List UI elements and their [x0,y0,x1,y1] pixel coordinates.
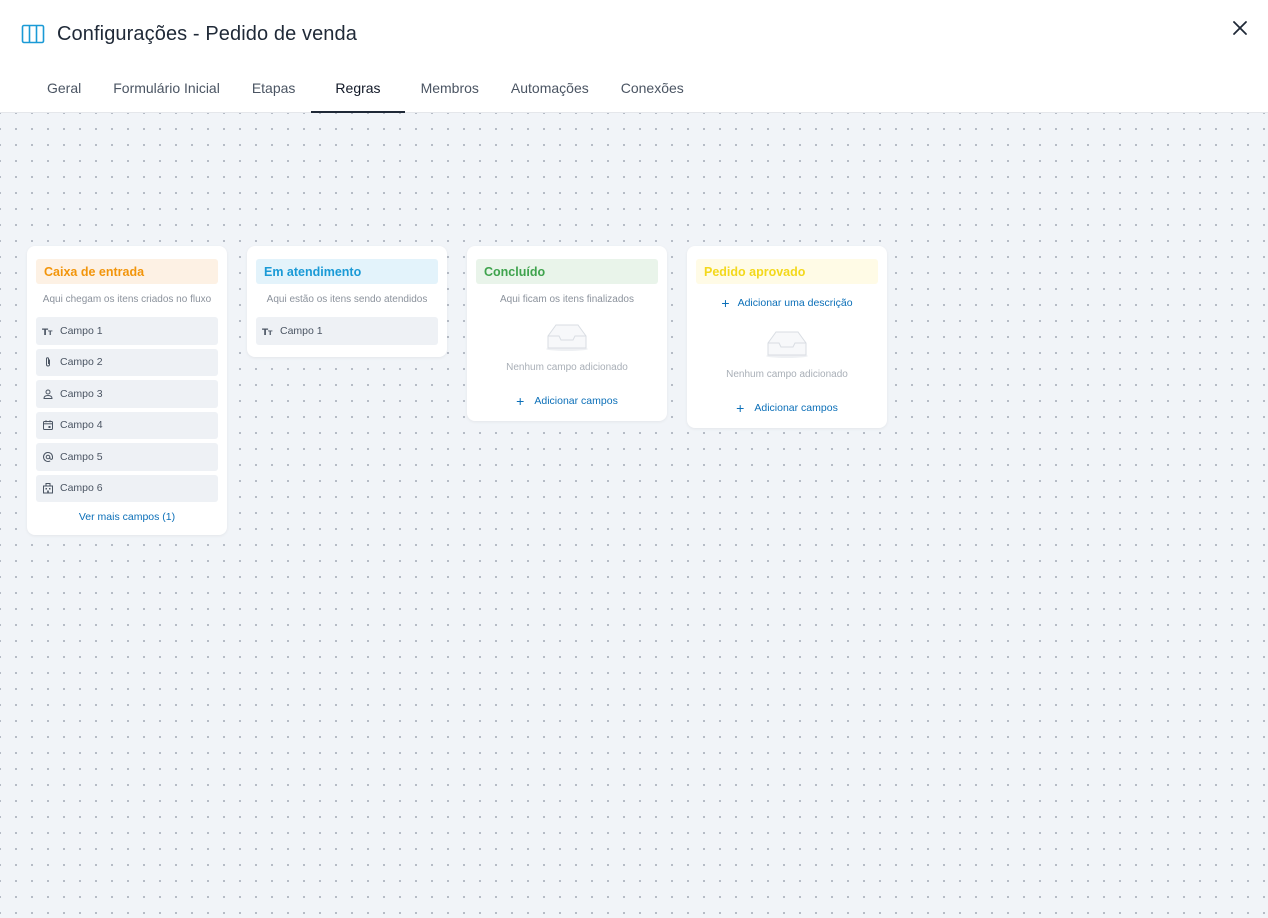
close-button[interactable] [1228,16,1252,40]
attachment-icon [42,356,54,368]
building-icon [42,482,54,494]
phase-card-concluido[interactable]: Concluído Aqui ficam os itens finalizado… [467,246,667,421]
text-type-icon: TT [262,325,274,337]
tab-etapas[interactable]: Etapas [236,64,312,112]
phase-title: Concluído [476,259,658,284]
field-list: TT Campo 1 Campo 2 Campo 3 Campo 4 Campo… [36,317,218,502]
field-item[interactable]: Campo 5 [36,443,218,471]
plus-icon: + [516,393,525,409]
add-fields-label: Adicionar campos [754,402,838,414]
modal-header: Configurações - Pedido de venda Geral Fo… [0,0,1268,113]
tab-geral[interactable]: Geral [31,64,97,112]
plus-icon: + [736,400,745,416]
field-label: Campo 1 [280,324,323,337]
tab-regras[interactable]: Regras [311,64,405,113]
svg-text:T: T [48,329,53,337]
phase-title: Caixa de entrada [36,259,218,284]
add-fields-button[interactable]: + Adicionar campos [476,393,658,409]
field-label: Campo 1 [60,324,103,337]
field-item[interactable]: TT Campo 1 [36,317,218,345]
field-item[interactable]: Campo 2 [36,348,218,376]
phase-description: Aqui chegam os itens criados no fluxo [42,294,212,305]
field-label: Campo 5 [60,450,103,463]
field-item[interactable]: Campo 4 [36,411,218,439]
tab-conexoes[interactable]: Conexões [605,64,700,112]
field-label: Campo 4 [60,419,103,432]
phase-description: Aqui ficam os itens finalizados [500,294,634,305]
phase-title: Pedido aprovado [696,259,878,284]
title-row: Configurações - Pedido de venda [21,20,357,48]
user-icon [42,388,54,400]
phase-title: Em atendimento [256,259,438,284]
phase-title-text: Pedido aprovado [704,264,806,279]
phase-title-text: Caixa de entrada [44,264,145,279]
tab-bar: Geral Formulário Inicial Etapas Regras M… [31,64,700,113]
field-item[interactable]: TT Campo 1 [256,317,438,345]
field-label: Campo 2 [60,356,103,369]
empty-fields-text: Nenhum campo adicionado [726,369,848,380]
tab-membros[interactable]: Membros [405,64,495,112]
field-label: Campo 6 [60,482,103,495]
phases-canvas[interactable]: Caixa de entrada Aqui chegam os itens cr… [0,113,1268,918]
add-description-label: Adicionar uma descrição [737,297,853,309]
field-item[interactable]: Campo 6 [36,474,218,502]
add-fields-button[interactable]: + Adicionar campos [696,400,878,416]
see-more-fields-link[interactable]: Ver mais campos (1) [36,511,218,523]
close-icon [1233,21,1247,35]
phase-card-caixa-de-entrada[interactable]: Caixa de entrada Aqui chegam os itens cr… [27,246,227,535]
field-label: Campo 3 [60,387,103,400]
kanban-columns-icon [21,23,45,45]
phase-description: Aqui estão os itens sendo atendidos [266,294,428,305]
tab-formulario-inicial[interactable]: Formulário Inicial [97,64,236,112]
empty-inbox-icon [476,322,658,352]
svg-text:T: T [268,329,273,337]
tab-automacoes[interactable]: Automações [495,64,605,112]
field-list: TT Campo 1 [256,317,438,345]
empty-inbox-icon [696,329,878,359]
field-item[interactable]: Campo 3 [36,380,218,408]
empty-fields-text: Nenhum campo adicionado [506,362,628,373]
phase-card-em-atendimento[interactable]: Em atendimento Aqui estão os itens sendo… [247,246,447,357]
calendar-icon [42,419,54,431]
page-title: Configurações - Pedido de venda [57,22,357,45]
at-sign-icon [42,451,54,463]
phase-card-pedido-aprovado[interactable]: Pedido aprovado + Adicionar uma descriçã… [687,246,887,428]
add-fields-label: Adicionar campos [534,395,618,407]
text-type-icon: TT [42,325,54,337]
phase-title-text: Em atendimento [264,264,362,279]
plus-icon: + [721,295,730,311]
add-description-button[interactable]: + Adicionar uma descrição [696,295,878,311]
phase-title-text: Concluído [484,264,546,279]
